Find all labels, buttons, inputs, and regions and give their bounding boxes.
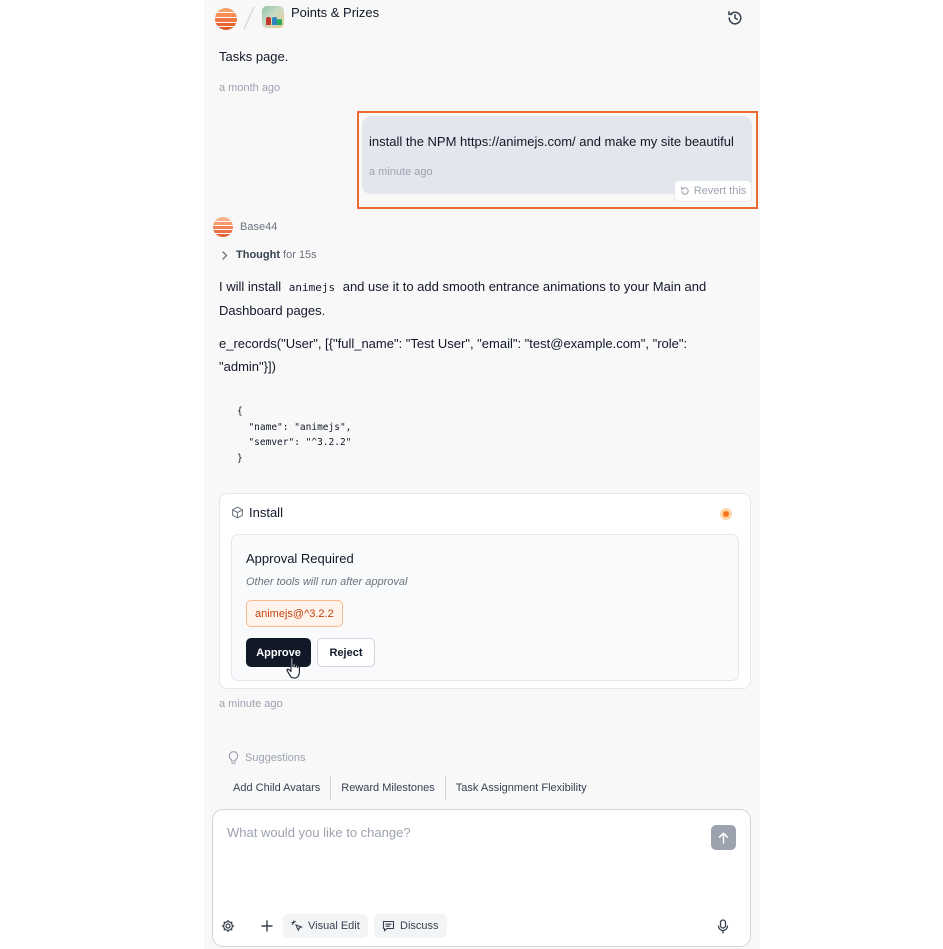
package-icon	[232, 506, 243, 519]
package-badge: animejs@^3.2.2	[246, 600, 343, 627]
pending-status-dot	[720, 508, 732, 520]
lightbulb-icon	[228, 751, 239, 764]
user-message-text: install the NPM https://animejs.com/ and…	[369, 134, 734, 149]
assistant-name: Base44	[240, 221, 278, 233]
assistant-reply-line2: e_records("User", [{"full_name": "Test U…	[219, 336, 688, 374]
suggestion-chip[interactable]: Reward Milestones	[330, 776, 445, 800]
visual-edit-label: Visual Edit	[308, 920, 360, 932]
revert-icon	[680, 186, 689, 195]
suggestion-chip[interactable]: Task Assignment Flexibility	[444, 776, 597, 800]
install-card-header: Install	[231, 505, 283, 520]
assistant-reply: I will install animejs and use it to add…	[219, 276, 739, 322]
base44-logo[interactable]	[215, 8, 237, 30]
microphone-button[interactable]	[713, 916, 733, 936]
user-message-timestamp: a minute ago	[369, 166, 433, 178]
discuss-label: Discuss	[400, 920, 439, 932]
breadcrumb-separator	[243, 6, 255, 30]
approval-subtitle: Other tools will run after approval	[246, 576, 408, 588]
reply-text-start: I will install	[219, 279, 285, 294]
reply-timestamp: a minute ago	[219, 698, 283, 710]
history-icon[interactable]	[726, 9, 744, 27]
thought-duration: for 15s	[283, 249, 317, 261]
previous-message-text: Tasks page.	[219, 49, 289, 64]
send-button[interactable]	[711, 825, 736, 850]
project-thumbnail[interactable]	[262, 6, 284, 28]
suggestion-chip[interactable]: Add Child Avatars	[223, 776, 330, 800]
revert-label: Revert this	[693, 185, 747, 197]
discuss-button[interactable]: Discuss	[374, 914, 447, 938]
reject-button[interactable]: Reject	[317, 638, 375, 667]
thought-label: Thought	[236, 249, 280, 261]
header: Points & Prizes	[204, 0, 760, 36]
visual-edit-button[interactable]: Visual Edit	[283, 914, 368, 938]
plus-icon	[261, 920, 273, 932]
microphone-icon	[717, 918, 729, 934]
chat-panel: Points & Prizes Tasks page. a month ago …	[204, 0, 760, 949]
gear-icon	[222, 920, 234, 932]
project-title[interactable]: Points & Prizes	[291, 5, 379, 20]
suggestions-label: Suggestions	[245, 752, 306, 764]
revert-button[interactable]: Revert this	[674, 180, 752, 202]
message-input[interactable]	[227, 825, 697, 885]
suggestions-header: Suggestions	[228, 751, 306, 765]
reply-inline-code: animejs	[288, 281, 336, 294]
arrow-up-icon	[718, 831, 729, 844]
approval-title: Approval Required	[246, 551, 354, 566]
add-attachment-button[interactable]	[257, 916, 277, 936]
chat-icon	[382, 920, 395, 932]
sparkle-cursor-icon	[291, 920, 303, 932]
code-block: { "name": "animejs", "semver": "^3.2.2" …	[237, 406, 352, 464]
suggestion-list: Add Child Avatars Reward Milestones Task…	[223, 776, 597, 800]
message-composer: Visual Edit Discuss	[212, 809, 751, 947]
thought-toggle[interactable]: Thought for 15s	[222, 249, 317, 261]
hand-cursor-icon	[286, 657, 300, 679]
install-card-title: Install	[249, 505, 283, 520]
previous-message-timestamp: a month ago	[219, 82, 281, 94]
settings-button[interactable]	[218, 916, 238, 936]
assistant-avatar	[213, 217, 233, 237]
approval-box: Approval Required Other tools will run a…	[231, 534, 739, 681]
chevron-right-icon	[222, 250, 228, 260]
